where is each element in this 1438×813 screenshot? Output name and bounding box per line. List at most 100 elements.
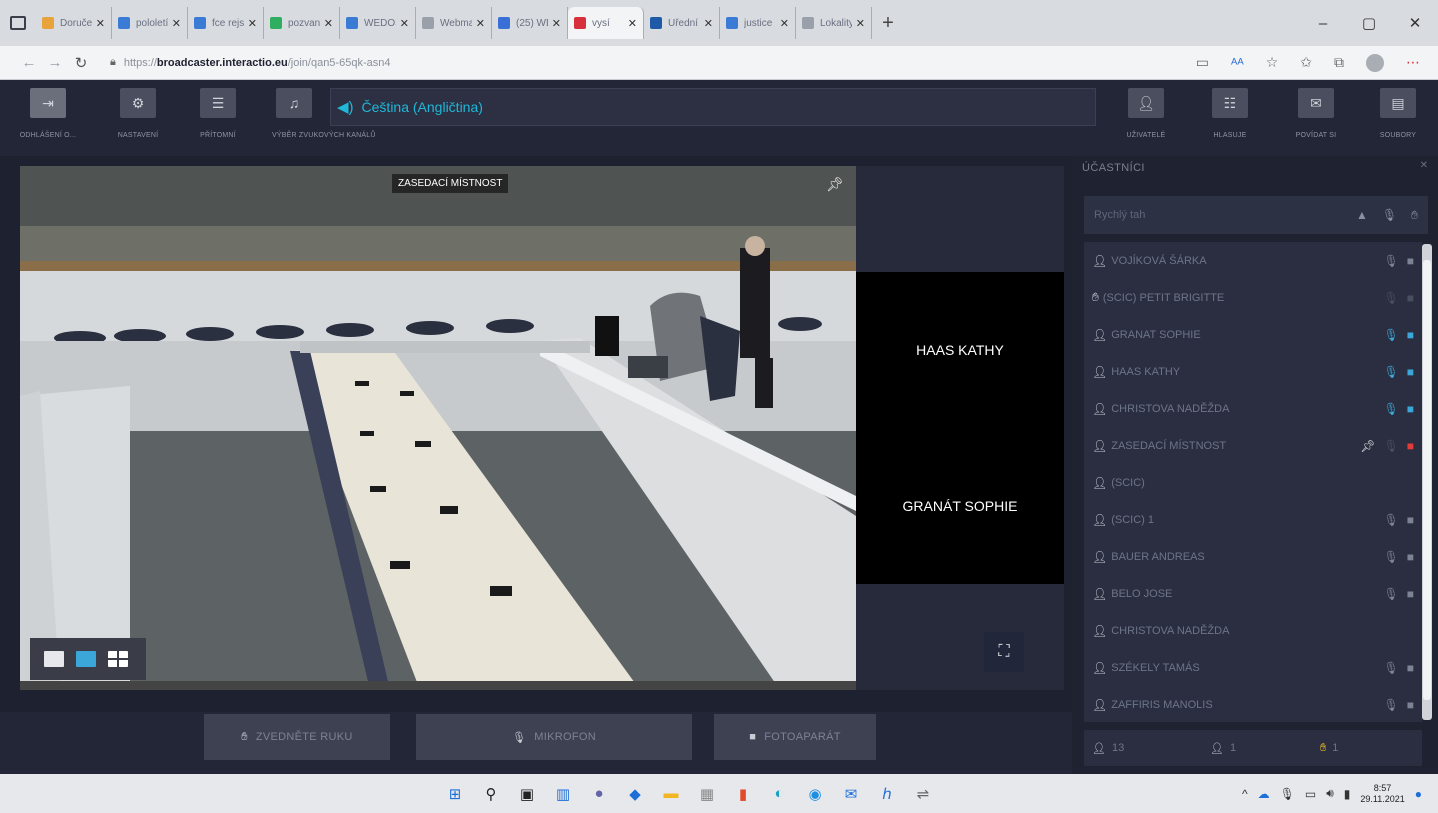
- close-window-button[interactable]: ✕: [1392, 0, 1438, 46]
- pin-icon[interactable]: 📌︎: [826, 176, 844, 193]
- battery-icon[interactable]: ▮: [1344, 787, 1351, 801]
- window-menu-icon[interactable]: [10, 16, 26, 30]
- attendees-button[interactable]: ☰ PŘÍTOMNÍ: [180, 88, 256, 139]
- store-icon[interactable]: ◆: [624, 783, 646, 805]
- new-tab-button[interactable]: +: [872, 12, 904, 35]
- maximize-button[interactable]: ▢: [1346, 0, 1392, 46]
- camera-button[interactable]: ■ FOTOAPARÁT: [714, 714, 876, 760]
- participant-row[interactable]: 👤︎ (SCIC): [1084, 464, 1422, 501]
- browser-tab[interactable]: Úřední ✕: [644, 7, 720, 39]
- forward-button[interactable]: →: [42, 54, 68, 71]
- close-tab-icon[interactable]: ✕: [476, 17, 485, 30]
- mic-filter-icon[interactable]: 🎙︎: [1382, 208, 1397, 223]
- participant-row[interactable]: 👤︎ (SCIC) 1 🎙︎ ■: [1084, 501, 1422, 538]
- back-button[interactable]: ←: [16, 54, 42, 71]
- browser-tab[interactable]: WEDOS ✕: [340, 7, 416, 39]
- participant-row[interactable]: 👤︎ BELO JOSE 🎙︎ ■: [1084, 575, 1422, 612]
- language-channel-selector[interactable]: ◀) Čeština (Angličtina): [330, 88, 1096, 126]
- start-icon[interactable]: ⊞: [444, 783, 466, 805]
- browser-tab[interactable]: vysí ✕: [568, 7, 644, 39]
- widgets-icon[interactable]: ▥: [552, 783, 574, 805]
- collections-icon[interactable]: ⧉: [1334, 54, 1344, 71]
- close-tab-icon[interactable]: ✕: [96, 17, 105, 30]
- reader-icon[interactable]: ▭: [1196, 54, 1209, 71]
- tray-overflow-icon[interactable]: ^: [1242, 787, 1248, 801]
- close-tab-icon[interactable]: ✕: [400, 17, 409, 30]
- close-tab-icon[interactable]: ✕: [172, 17, 181, 30]
- mail-icon[interactable]: ✉: [840, 783, 862, 805]
- microphone-button[interactable]: 🎙︎ MIKROFON: [416, 714, 692, 760]
- participant-row[interactable]: 👤︎ SZÉKELY TAMÁS 🎙︎ ■: [1084, 649, 1422, 686]
- participant-row[interactable]: 👤︎ ZAFFIRIS MANOLIS 🎙︎ ■: [1084, 686, 1422, 722]
- participant-row[interactable]: 👤︎ CHRISTOVA NADĚŽDA: [1084, 612, 1422, 649]
- hand-filter-icon[interactable]: ✋︎: [1411, 208, 1418, 223]
- users-button[interactable]: 👤︎ UŽIVATELÉ: [1108, 88, 1184, 139]
- app-icon[interactable]: ⇌: [912, 783, 934, 805]
- more-icon[interactable]: ⋯: [1406, 54, 1420, 71]
- browser-tab[interactable]: (25) WE ✕: [492, 7, 568, 39]
- mic-tray-icon[interactable]: 🎙︎: [1280, 787, 1295, 801]
- onedrive-icon[interactable]: ☁: [1258, 787, 1270, 801]
- close-tab-icon[interactable]: ✕: [856, 17, 865, 30]
- search-input[interactable]: Rychlý tah: [1094, 209, 1145, 221]
- participant-row[interactable]: 👤︎ HAAS KATHY 🎙︎ ■: [1084, 353, 1422, 390]
- close-tab-icon[interactable]: ✕: [324, 17, 333, 30]
- profile-avatar[interactable]: [1366, 53, 1384, 72]
- edge-icon[interactable]: ◐: [768, 783, 790, 805]
- network-icon[interactable]: ▭: [1305, 787, 1316, 801]
- layout-speaker-icon[interactable]: [44, 651, 64, 667]
- browser-tab[interactable]: fce rejst ✕: [188, 7, 264, 39]
- pin-icon[interactable]: 📌︎: [1360, 439, 1375, 453]
- participant-row[interactable]: 👤︎ BAUER ANDREAS 🎙︎ ■: [1084, 538, 1422, 575]
- files-button[interactable]: ▤ SOUBORY: [1360, 88, 1436, 139]
- participant-row[interactable]: 👤︎ VOJÍKOVÁ ŠÁRKA 🎙︎ ■: [1084, 242, 1422, 279]
- browser-tab[interactable]: Lokality ✕: [796, 7, 872, 39]
- participant-tile-2[interactable]: GRANÁT SOPHIE: [856, 428, 1064, 584]
- participant-row[interactable]: 👤︎ ZASEDACÍ MÍSTNOST 📌︎ 🎙︎ ■: [1084, 427, 1422, 464]
- browser-tab[interactable]: Webmail ✕: [416, 7, 492, 39]
- layout-grid-icon[interactable]: [108, 651, 128, 667]
- close-tab-icon[interactable]: ✕: [780, 17, 789, 30]
- close-tab-icon[interactable]: ✕: [628, 17, 637, 30]
- favorites-icon[interactable]: ✩: [1300, 54, 1312, 71]
- skype-icon[interactable]: ◉: [804, 783, 826, 805]
- minimize-button[interactable]: –: [1300, 0, 1346, 46]
- settings-button[interactable]: ⚙ NASTAVENÍ: [100, 88, 176, 139]
- refresh-button[interactable]: ↻: [68, 54, 94, 72]
- favorite-add-icon[interactable]: ☆: [1266, 54, 1279, 71]
- browser-tab[interactable]: justice ✕: [720, 7, 796, 39]
- search-icon[interactable]: ⚲: [480, 783, 502, 805]
- main-video[interactable]: ZASEDACÍ MÍSTNOST 📌︎: [20, 166, 856, 690]
- raise-hand-button[interactable]: ✋︎ ZVEDNĚTE RUKU: [204, 714, 390, 760]
- close-tab-icon[interactable]: ✕: [552, 17, 561, 30]
- participant-scrollbar[interactable]: [1422, 244, 1432, 720]
- browser-tab[interactable]: pozvanka ✕: [264, 7, 340, 39]
- teams-chat-icon[interactable]: ●: [588, 783, 610, 805]
- participant-row[interactable]: 👤︎ GRANAT SOPHIE 🎙︎ ■: [1084, 316, 1422, 353]
- url-field[interactable]: 🔒︎ https://broadcaster.interactio.eu/joi…: [110, 56, 1090, 69]
- translate-icon[interactable]: ᴬᴬ: [1231, 55, 1244, 71]
- calendar-icon[interactable]: ▦: [696, 783, 718, 805]
- browser-tab[interactable]: Doruček ✕: [36, 7, 112, 39]
- office-icon[interactable]: ▮: [732, 783, 754, 805]
- audio-channels-button[interactable]: ♫ VÝBĚR ZVUKOVÝCH KANÁLŮ: [262, 88, 375, 139]
- close-tab-icon[interactable]: ✕: [248, 17, 257, 30]
- clock[interactable]: 8:57 29.11.2021: [1360, 783, 1404, 805]
- logout-button[interactable]: ⇥ ODHLÁŠENÍ O...: [10, 88, 86, 139]
- participant-row[interactable]: ✋︎ (SCIC) PETIT BRIGITTE 🎙︎ ■: [1084, 279, 1422, 316]
- chat-button[interactable]: ✉ POVÍDAT SI: [1278, 88, 1354, 139]
- participant-search[interactable]: Rychlý tah ▲ 🎙︎ ✋︎: [1084, 196, 1428, 234]
- browser-tab[interactable]: pololetí ✕: [112, 7, 188, 39]
- task-view-icon[interactable]: ▣: [516, 783, 538, 805]
- participant-tile-1[interactable]: HAAS KATHY: [856, 272, 1064, 428]
- warning-filter-icon[interactable]: ▲: [1356, 208, 1368, 223]
- fullscreen-icon[interactable]: ⛶: [984, 632, 1024, 672]
- participant-row[interactable]: 👤︎ CHRISTOVA NADĚŽDA 🎙︎ ■: [1084, 390, 1422, 427]
- volume-icon[interactable]: 🔊︎: [1326, 786, 1334, 801]
- close-tab-icon[interactable]: ✕: [704, 17, 713, 30]
- file-explorer-icon[interactable]: ▬: [660, 783, 682, 805]
- vote-button[interactable]: ☷ HLASUJE: [1192, 88, 1268, 139]
- layout-focus-icon[interactable]: [76, 651, 96, 667]
- notification-icon[interactable]: ●: [1415, 787, 1422, 801]
- hp-icon[interactable]: ℎ: [876, 783, 898, 805]
